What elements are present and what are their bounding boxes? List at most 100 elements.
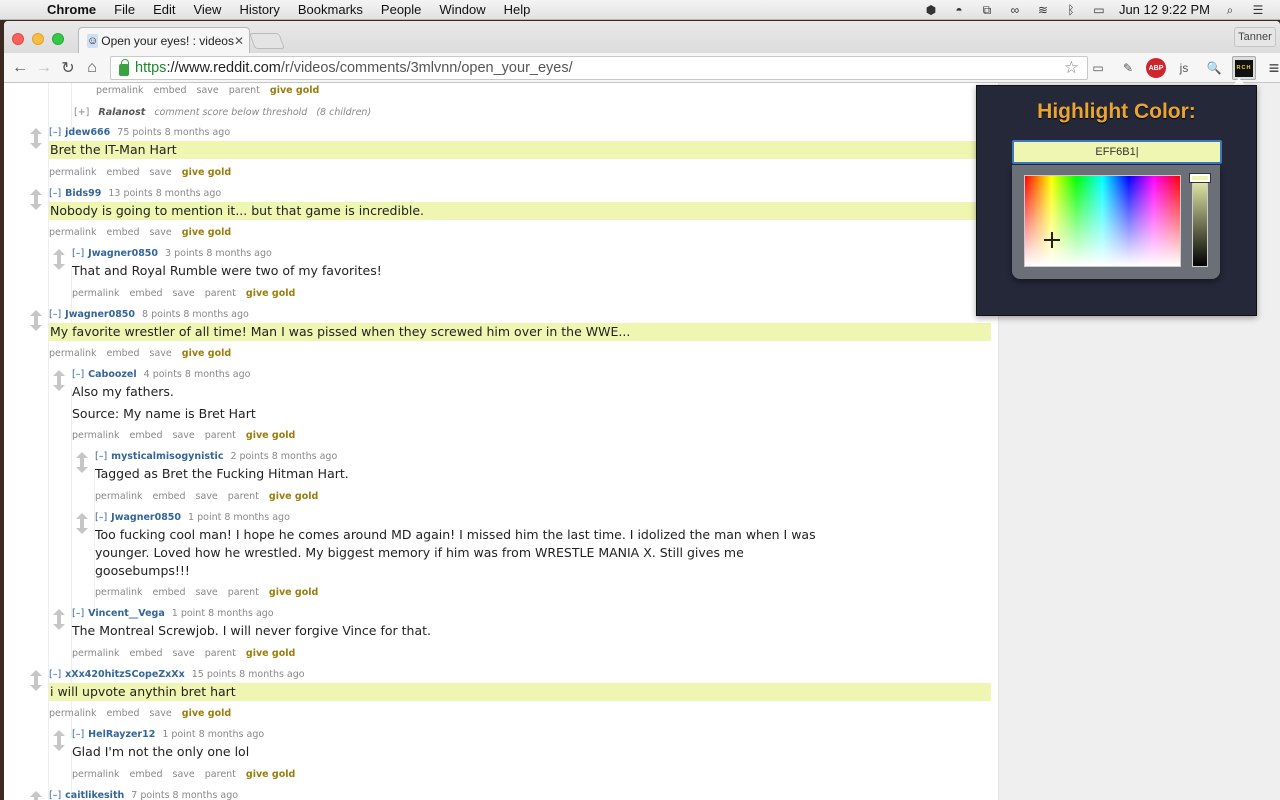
menu-window[interactable]: Window bbox=[430, 2, 494, 17]
downvote-arrow-icon[interactable] bbox=[30, 138, 42, 149]
rch-extension-icon[interactable]: RCH bbox=[1232, 56, 1256, 80]
downvote-arrow-icon[interactable] bbox=[76, 462, 88, 473]
downvote-arrow-icon[interactable] bbox=[53, 380, 65, 391]
permalink-link[interactable]: permalink bbox=[95, 491, 143, 502]
crosshair-cursor-icon[interactable] bbox=[1044, 232, 1060, 248]
collapse-toggle[interactable]: [–] bbox=[95, 451, 107, 462]
save-link[interactable]: save bbox=[150, 348, 172, 359]
eyedropper-icon[interactable]: ✎ bbox=[1116, 56, 1140, 80]
zoom-window-button[interactable] bbox=[52, 33, 64, 45]
give-gold-link[interactable]: give gold bbox=[182, 167, 231, 178]
js-extension-icon[interactable]: js bbox=[1172, 56, 1196, 80]
status-cloud-icon[interactable]: ◓ bbox=[951, 3, 967, 17]
comment-author[interactable]: Ralanost bbox=[98, 107, 145, 118]
collapse-toggle[interactable]: [–] bbox=[72, 608, 84, 619]
save-link[interactable]: save bbox=[150, 167, 172, 178]
reload-button[interactable]: ↻ bbox=[56, 58, 80, 78]
give-gold-link[interactable]: give gold bbox=[182, 708, 231, 719]
new-tab-button[interactable] bbox=[249, 33, 285, 49]
comment-author[interactable]: HelRayzer12 bbox=[88, 729, 155, 740]
permalink-link[interactable]: permalink bbox=[72, 288, 120, 299]
comment-author[interactable]: caitlikesith bbox=[65, 790, 124, 800]
permalink-link[interactable]: permalink bbox=[72, 769, 120, 780]
parent-link[interactable]: parent bbox=[205, 288, 236, 299]
comment-author[interactable]: Jwagner0850 bbox=[65, 309, 135, 320]
upvote-arrow-icon[interactable] bbox=[30, 791, 42, 800]
upvote-arrow-icon[interactable] bbox=[53, 249, 65, 260]
search-extension-icon[interactable]: 🔍 bbox=[1202, 56, 1226, 80]
brightness-slider-handle[interactable] bbox=[1189, 173, 1211, 183]
collapse-toggle[interactable]: [–] bbox=[72, 248, 84, 259]
parent-link[interactable]: parent bbox=[205, 648, 236, 659]
spotlight-search-icon[interactable]: ⌕ bbox=[1222, 3, 1238, 17]
downvote-arrow-icon[interactable] bbox=[30, 199, 42, 210]
downvote-arrow-icon[interactable] bbox=[30, 320, 42, 331]
status-glasses-icon[interactable]: ∞ bbox=[1007, 3, 1023, 17]
comment-author[interactable]: Caboozel bbox=[88, 369, 136, 380]
adblock-plus-icon[interactable]: ABP bbox=[1146, 58, 1166, 78]
forward-button[interactable]: → bbox=[32, 59, 56, 77]
close-window-button[interactable] bbox=[12, 33, 24, 45]
save-link[interactable]: save bbox=[196, 587, 218, 598]
comment-author[interactable]: mysticalmisogynistic bbox=[111, 451, 223, 462]
parent-link[interactable]: parent bbox=[228, 491, 259, 502]
permalink-link[interactable]: permalink bbox=[96, 85, 144, 96]
upvote-arrow-icon[interactable] bbox=[30, 310, 42, 321]
collapse-toggle[interactable]: [–] bbox=[49, 127, 61, 138]
upvote-arrow-icon[interactable] bbox=[30, 189, 42, 200]
save-link[interactable]: save bbox=[173, 288, 195, 299]
give-gold-link[interactable]: give gold bbox=[182, 227, 231, 238]
give-gold-link[interactable]: give gold bbox=[246, 430, 295, 441]
tab-active[interactable]: ☺ Open your eyes! : videos ✕ bbox=[78, 27, 250, 53]
menu-edit[interactable]: Edit bbox=[144, 2, 184, 17]
parent-link[interactable]: parent bbox=[205, 769, 236, 780]
menu-history[interactable]: History bbox=[230, 2, 288, 17]
give-gold-link[interactable]: give gold bbox=[269, 491, 318, 502]
menu-file[interactable]: File bbox=[105, 2, 144, 17]
permalink-link[interactable]: permalink bbox=[49, 227, 97, 238]
permalink-link[interactable]: permalink bbox=[72, 648, 120, 659]
collapse-toggle[interactable]: [–] bbox=[49, 790, 61, 800]
embed-link[interactable]: embed bbox=[153, 587, 186, 598]
collapse-toggle[interactable]: [–] bbox=[95, 512, 107, 523]
downvote-arrow-icon[interactable] bbox=[53, 619, 65, 630]
collapse-toggle[interactable]: [–] bbox=[49, 669, 61, 680]
save-link[interactable]: save bbox=[196, 491, 218, 502]
give-gold-link[interactable]: give gold bbox=[269, 587, 318, 598]
upvote-arrow-icon[interactable] bbox=[76, 452, 88, 463]
embed-link[interactable]: embed bbox=[107, 348, 140, 359]
give-gold-link[interactable]: give gold bbox=[246, 288, 295, 299]
save-link[interactable]: save bbox=[197, 85, 219, 96]
save-link[interactable]: save bbox=[173, 430, 195, 441]
profile-button[interactable]: Tanner bbox=[1234, 27, 1276, 47]
bluetooth-icon[interactable]: ᛒ bbox=[1063, 3, 1079, 17]
cast-icon[interactable]: ▭ bbox=[1086, 56, 1110, 80]
embed-link[interactable]: embed bbox=[107, 227, 140, 238]
permalink-link[interactable]: permalink bbox=[49, 348, 97, 359]
menu-bookmarks[interactable]: Bookmarks bbox=[289, 2, 372, 17]
collapse-toggle[interactable]: [–] bbox=[72, 729, 84, 740]
menu-chrome[interactable]: Chrome bbox=[38, 2, 105, 17]
permalink-link[interactable]: permalink bbox=[72, 430, 120, 441]
embed-link[interactable]: embed bbox=[107, 167, 140, 178]
parent-link[interactable]: parent bbox=[228, 587, 259, 598]
save-link[interactable]: save bbox=[150, 227, 172, 238]
wifi-icon[interactable]: ≋ bbox=[1035, 3, 1051, 17]
upvote-arrow-icon[interactable] bbox=[53, 609, 65, 620]
permalink-link[interactable]: permalink bbox=[95, 587, 143, 598]
chrome-menu-icon[interactable]: ≡ bbox=[1262, 56, 1280, 80]
upvote-arrow-icon[interactable] bbox=[53, 370, 65, 381]
collapse-toggle[interactable]: [–] bbox=[49, 188, 61, 199]
comment-author[interactable]: Bids99 bbox=[65, 188, 101, 199]
downvote-arrow-icon[interactable] bbox=[76, 523, 88, 534]
minimize-window-button[interactable] bbox=[32, 33, 44, 45]
home-button[interactable]: ⌂ bbox=[80, 59, 104, 77]
bookmark-star-icon[interactable]: ☆ bbox=[1064, 58, 1079, 78]
saturation-hue-field[interactable] bbox=[1024, 175, 1181, 267]
menu-people[interactable]: People bbox=[372, 2, 430, 17]
collapse-toggle[interactable]: [–] bbox=[72, 369, 84, 380]
save-link[interactable]: save bbox=[173, 769, 195, 780]
expand-toggle[interactable]: [+] bbox=[74, 107, 89, 118]
status-app-icon[interactable]: ⬢ bbox=[923, 3, 939, 17]
parent-link[interactable]: parent bbox=[229, 85, 260, 96]
